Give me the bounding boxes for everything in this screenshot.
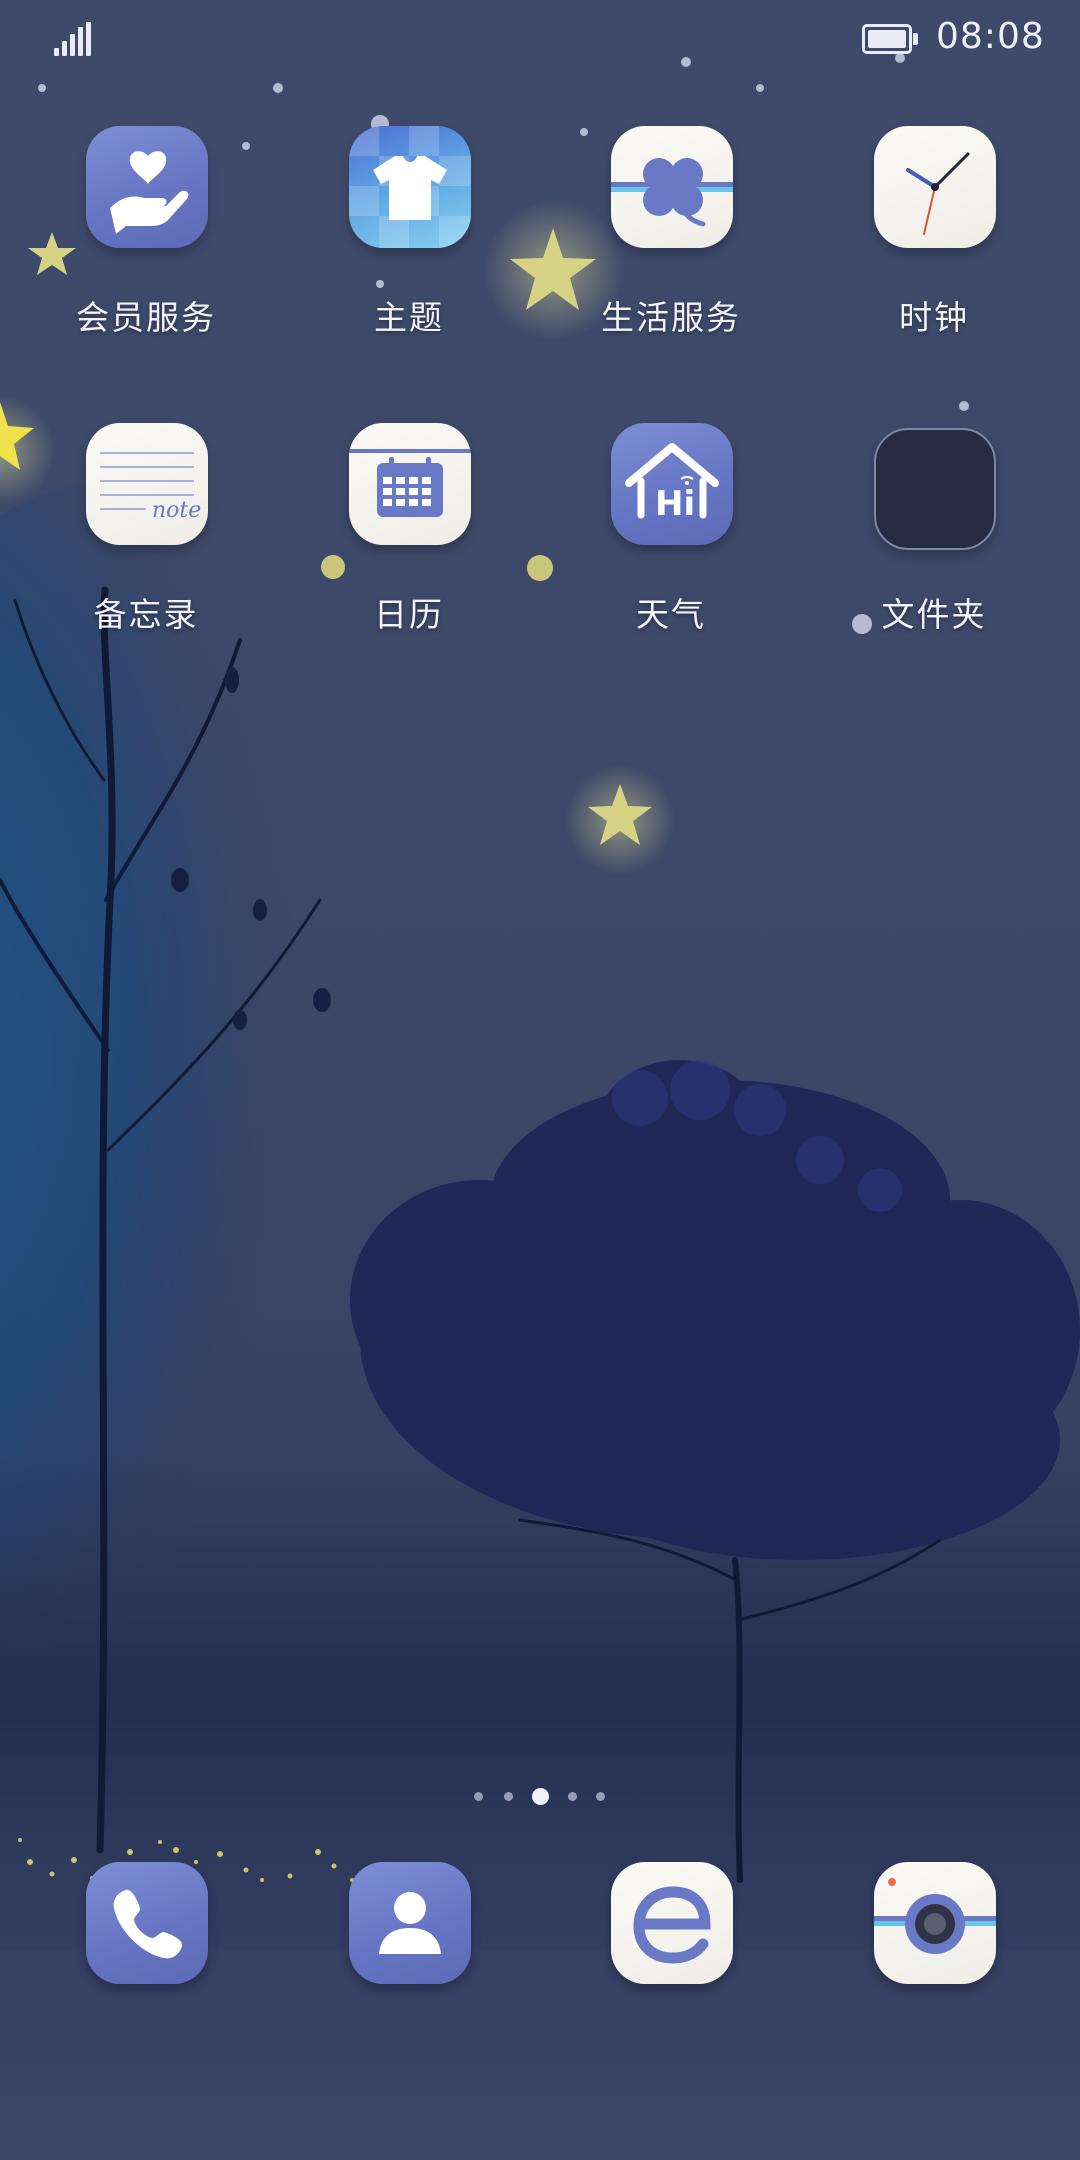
app-label: 备忘录	[93, 595, 199, 634]
page-dot	[504, 1792, 513, 1801]
app-label: 会员服务	[76, 298, 216, 337]
hi-icon-text: Hi	[655, 484, 695, 524]
app-label: 文件夹	[881, 595, 987, 634]
contacts-icon	[349, 1862, 471, 1984]
battery-icon	[862, 24, 918, 54]
dock-contacts[interactable]	[309, 1862, 509, 1992]
notepad-icon: note	[86, 423, 208, 545]
app-theme[interactable]: 主题	[309, 126, 509, 356]
app-label: 主题	[374, 298, 444, 337]
app-weather[interactable]: Hi 天气	[571, 423, 771, 653]
dock-phone[interactable]	[46, 1862, 246, 1992]
page-indicator[interactable]	[470, 1786, 610, 1806]
app-label: 生活服务	[601, 298, 741, 337]
heart-in-hand-icon	[86, 126, 208, 248]
app-label: 日历	[374, 595, 444, 634]
calendar-icon	[349, 423, 471, 545]
status-bar: 08:08	[0, 0, 1080, 80]
app-folder[interactable]: 文件夹	[834, 423, 1034, 653]
app-calendar[interactable]: 日历	[309, 423, 509, 653]
app-life-service[interactable]: 生活服务	[571, 126, 771, 356]
page-dot	[596, 1792, 605, 1801]
app-label: 天气	[636, 595, 706, 634]
home-hi-icon: Hi	[611, 423, 733, 545]
dock-camera[interactable]	[834, 1862, 1034, 1992]
page-dot-active	[532, 1788, 549, 1805]
dock-browser[interactable]	[571, 1862, 771, 1992]
clock-icon	[874, 126, 996, 248]
clover-icon	[611, 126, 733, 248]
note-icon-text: note	[152, 498, 201, 523]
browser-e-icon	[611, 1862, 733, 1984]
page-dot	[474, 1792, 483, 1801]
folder-icon	[874, 428, 996, 550]
app-label: 时钟	[899, 298, 969, 337]
app-memo[interactable]: note 备忘录	[46, 423, 246, 653]
camera-icon	[874, 1862, 996, 1984]
status-time: 08:08	[936, 16, 1045, 57]
app-membership-service[interactable]: 会员服务	[46, 126, 246, 356]
signal-strength-icon	[54, 22, 94, 56]
app-clock[interactable]: 时钟	[834, 126, 1034, 356]
phone-icon	[86, 1862, 208, 1984]
tshirt-icon	[349, 126, 471, 248]
page-dot	[568, 1792, 577, 1801]
